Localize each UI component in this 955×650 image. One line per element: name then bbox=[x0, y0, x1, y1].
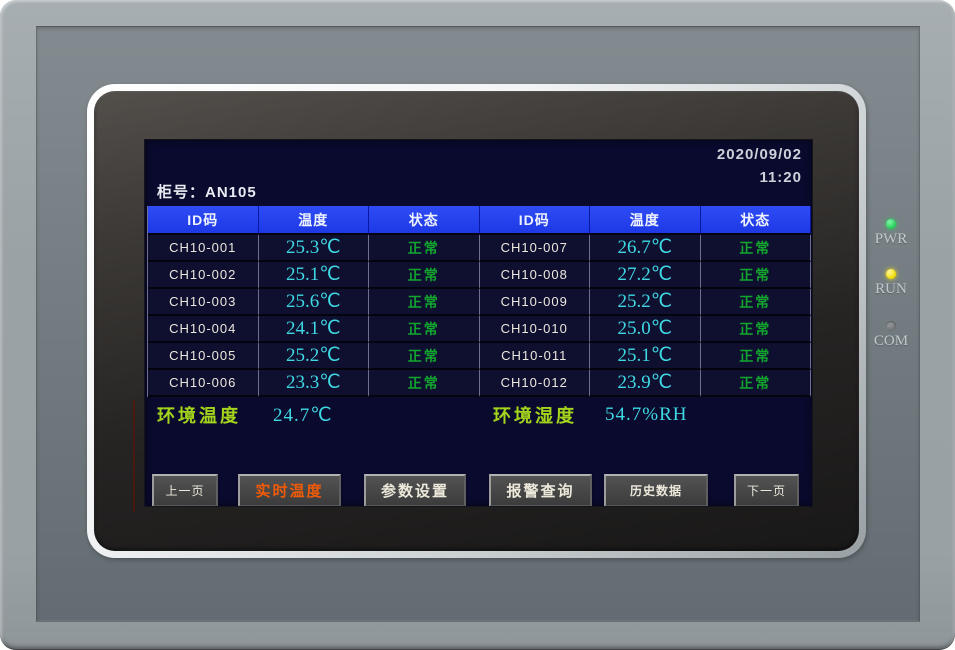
channel-id: CH10-001 bbox=[148, 235, 259, 262]
channel-status: 正常 bbox=[369, 370, 480, 397]
table-row: CH10-004 24.1℃ 正常 CH10-010 25.0℃ 正常 bbox=[148, 316, 811, 343]
channel-temp: 24.1℃ bbox=[259, 316, 370, 343]
channel-temp: 26.7℃ bbox=[590, 235, 701, 262]
channel-temp: 25.1℃ bbox=[590, 343, 701, 370]
channel-temp: 25.1℃ bbox=[259, 262, 370, 289]
ambient-humidity-value: 54.7%RH bbox=[605, 403, 687, 427]
history-data-button[interactable]: 历史数据 bbox=[604, 474, 708, 506]
channel-status: 正常 bbox=[369, 262, 480, 289]
channel-id: CH10-006 bbox=[148, 370, 259, 397]
prev-page-button[interactable]: 上一页 bbox=[152, 474, 218, 506]
channel-status: 正常 bbox=[701, 343, 812, 370]
channel-status: 正常 bbox=[701, 316, 812, 343]
com-led bbox=[886, 321, 896, 331]
lcd-screen: 2020/09/02 11:20 柜号：AN105 ID码 温度 状态 ID码 … bbox=[145, 140, 812, 506]
run-led bbox=[886, 269, 896, 279]
channel-status: 正常 bbox=[369, 343, 480, 370]
channel-id: CH10-009 bbox=[480, 289, 591, 316]
channel-status: 正常 bbox=[701, 370, 812, 397]
realtime-temp-button[interactable]: 实时温度 bbox=[238, 474, 341, 506]
table-row: CH10-003 25.6℃ 正常 CH10-009 25.2℃ 正常 bbox=[148, 289, 811, 316]
channel-status: 正常 bbox=[369, 316, 480, 343]
next-page-button[interactable]: 下一页 bbox=[734, 474, 799, 506]
channel-temp: 25.3℃ bbox=[259, 235, 370, 262]
col-header-id: ID码 bbox=[480, 206, 591, 235]
channel-temp: 25.2℃ bbox=[590, 289, 701, 316]
table-row: CH10-001 25.3℃ 正常 CH10-007 26.7℃ 正常 bbox=[148, 235, 811, 262]
ambient-temp-label: 环境温度 bbox=[157, 403, 241, 427]
col-header-id: ID码 bbox=[148, 206, 259, 235]
channel-id: CH10-008 bbox=[480, 262, 591, 289]
channel-id: CH10-010 bbox=[480, 316, 591, 343]
hmi-device-frame: 2020/09/02 11:20 柜号：AN105 ID码 温度 状态 ID码 … bbox=[0, 0, 955, 650]
table-row: CH10-002 25.1℃ 正常 CH10-008 27.2℃ 正常 bbox=[148, 262, 811, 289]
col-header-status: 状态 bbox=[701, 206, 812, 235]
date-display: 2020/09/02 bbox=[717, 146, 802, 163]
channel-id: CH10-004 bbox=[148, 316, 259, 343]
temperature-table: ID码 温度 状态 ID码 温度 状态 CH10-001 25.3℃ 正常 CH… bbox=[147, 206, 811, 397]
table-header-row: ID码 温度 状态 ID码 温度 状态 bbox=[148, 206, 811, 235]
col-header-status: 状态 bbox=[369, 206, 480, 235]
lcd-edge-artifact bbox=[133, 400, 135, 512]
table-row: CH10-006 23.3℃ 正常 CH10-012 23.9℃ 正常 bbox=[148, 370, 811, 397]
channel-status: 正常 bbox=[701, 235, 812, 262]
channel-status: 正常 bbox=[369, 289, 480, 316]
channel-status: 正常 bbox=[369, 235, 480, 262]
parameter-settings-button[interactable]: 参数设置 bbox=[364, 474, 466, 506]
run-led-label: RUN bbox=[872, 281, 910, 298]
channel-temp: 27.2℃ bbox=[590, 262, 701, 289]
ambient-humidity-label: 环境湿度 bbox=[493, 403, 577, 427]
ambient-temp-value: 24.7℃ bbox=[273, 403, 333, 427]
time-display: 11:20 bbox=[759, 169, 802, 186]
col-header-temp: 温度 bbox=[590, 206, 701, 235]
channel-temp: 25.6℃ bbox=[259, 289, 370, 316]
channel-id: CH10-007 bbox=[480, 235, 591, 262]
cabinet-number-label: 柜号：AN105 bbox=[157, 181, 257, 202]
com-led-label: COM bbox=[872, 333, 910, 350]
alarm-query-button[interactable]: 报警查询 bbox=[489, 474, 592, 506]
channel-status: 正常 bbox=[701, 289, 812, 316]
channel-temp: 23.3℃ bbox=[259, 370, 370, 397]
channel-temp: 25.2℃ bbox=[259, 343, 370, 370]
power-led-label: PWR bbox=[872, 231, 910, 248]
channel-id: CH10-003 bbox=[148, 289, 259, 316]
col-header-temp: 温度 bbox=[259, 206, 370, 235]
channel-temp: 23.9℃ bbox=[590, 370, 701, 397]
channel-id: CH10-002 bbox=[148, 262, 259, 289]
channel-status: 正常 bbox=[701, 262, 812, 289]
channel-id: CH10-012 bbox=[480, 370, 591, 397]
power-led bbox=[886, 219, 896, 229]
table-row: CH10-005 25.2℃ 正常 CH10-011 25.1℃ 正常 bbox=[148, 343, 811, 370]
channel-id: CH10-005 bbox=[148, 343, 259, 370]
channel-temp: 25.0℃ bbox=[590, 316, 701, 343]
channel-id: CH10-011 bbox=[480, 343, 591, 370]
